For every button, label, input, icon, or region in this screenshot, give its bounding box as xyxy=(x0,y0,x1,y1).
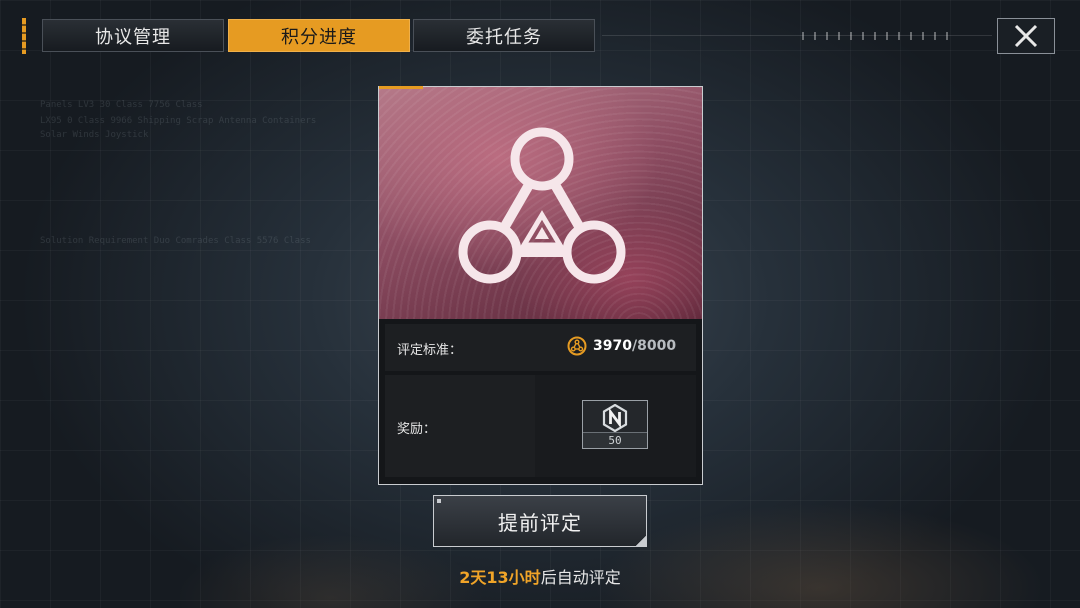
reward-item[interactable]: 50 xyxy=(582,400,648,449)
tab-points-progress[interactable]: 积分进度 xyxy=(228,19,410,52)
triangle-points-icon xyxy=(567,336,587,356)
button-corner-mark xyxy=(437,499,441,503)
n-hexagon-token-icon xyxy=(602,404,628,432)
close-button[interactable] xyxy=(997,18,1055,54)
tab-commission-tasks[interactable]: 委托任务 xyxy=(413,19,595,52)
early-evaluate-label: 提前评定 xyxy=(498,510,582,535)
timer-suffix: 后自动评定 xyxy=(540,568,621,587)
tab-bar-ticks xyxy=(802,32,952,40)
card-artwork xyxy=(379,87,702,319)
points-card: 评定标准： 3970/8000 奖励： 50 xyxy=(378,86,703,485)
auto-evaluate-timer: 2天13小时后自动评定 xyxy=(0,564,1080,588)
score-max: 8000 xyxy=(637,338,677,354)
background-text: Solar Winds Joystick xyxy=(40,130,149,140)
close-icon xyxy=(1014,24,1038,48)
triangle-network-emblem-icon xyxy=(458,127,626,284)
reward-label: 奖励： xyxy=(397,422,437,437)
criteria-row: 评定标准： 3970/8000 xyxy=(385,324,696,371)
background-text: LX95 0 Class 9966 Shipping Scrap Antenna… xyxy=(40,116,317,126)
tab-protocol-management[interactable]: 协议管理 xyxy=(42,19,224,52)
reward-row: 奖励： 50 xyxy=(385,375,696,477)
score-display: 3970/8000 xyxy=(567,336,676,356)
top-tab-bar: 协议管理 积分进度 委托任务 xyxy=(22,18,1056,54)
background-text: Panels LV3 30 Class 7756 Class xyxy=(40,100,203,110)
reward-count: 50 xyxy=(583,432,647,448)
button-corner-cut xyxy=(635,535,647,547)
tab-bar-accent xyxy=(22,18,26,54)
score-current: 3970 xyxy=(593,338,632,354)
background-text: Solution Requirement Duo Comrades Class … xyxy=(40,236,311,246)
timer-remaining: 2天13小时 xyxy=(459,568,541,587)
early-evaluate-button[interactable]: 提前评定 xyxy=(433,495,647,547)
card-accent-strip xyxy=(379,86,423,89)
criteria-label: 评定标准： xyxy=(397,343,463,358)
screen: Panels LV3 30 Class 7756 Class LX95 0 Cl… xyxy=(0,0,1080,608)
